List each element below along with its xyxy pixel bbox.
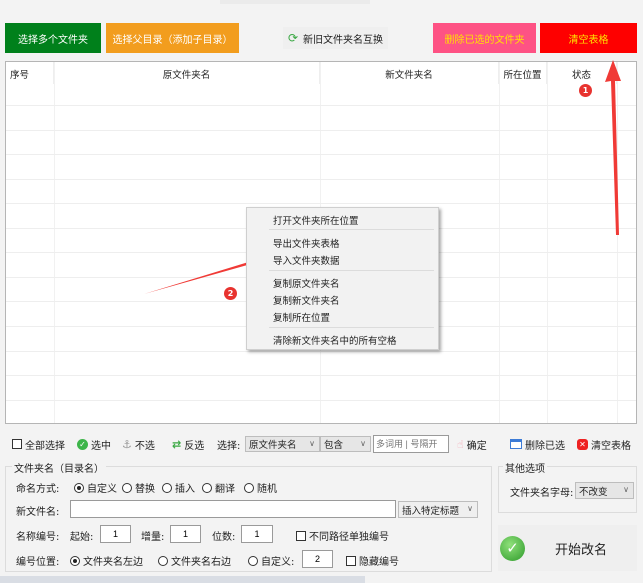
radio-label: 替换 [135,484,155,495]
menu-item-open-folder-location[interactable]: 打开文件夹所在位置 [273,213,359,227]
naming-method-label: 命名方式: [16,484,60,495]
invert-label: 反选 [184,440,205,452]
hide-numbering-label: 隐藏编号 [359,557,399,568]
insert-title-select[interactable]: 插入特定标题 ∨ [398,501,478,518]
radio-label: 翻译 [215,484,235,495]
separate-numbering-label: 不同路径单独编号 [309,532,389,543]
hide-numbering-checkbox[interactable]: 隐藏编号 [346,553,399,568]
new-name-label: 新文件名: [16,507,60,518]
folder-name-group-title: 文件夹名（目录名） [12,460,106,475]
deselect-label: 不选 [134,440,155,452]
chevron-down-icon: ∨ [309,439,315,448]
delete-selected-button[interactable]: 删除已选 [510,434,565,454]
separate-numbering-checkbox[interactable]: 不同路径单独编号 [296,528,389,543]
menu-separator [269,327,434,328]
position-radio-left[interactable]: 文件夹名左边 [70,553,143,568]
naming-radio-replace[interactable]: 替换 [122,480,155,495]
menu-item-copy-location[interactable]: 复制所在位置 [273,310,330,324]
hand-pointer-icon: ☝ [457,437,464,451]
radio-label: 自定义 [87,484,117,495]
menu-item-remove-spaces[interactable]: 清除新文件夹名中的所有空格 [273,333,397,347]
new-name-input[interactable] [70,500,396,518]
position-label: 编号位置: [16,557,60,568]
position-radio-custom[interactable]: 自定义: [248,553,294,568]
letter-case-label: 文件夹名字母: [510,488,574,499]
radio-label: 文件夹名左边 [83,557,143,568]
close-icon: ✕ [577,438,588,450]
menu-item-copy-new-name[interactable]: 复制新文件夹名 [273,293,340,307]
radio-button[interactable] [70,555,80,566]
select-button[interactable]: ✓ 选中 [77,434,111,454]
taskbar-strip [0,576,365,583]
naming-radio-insert[interactable]: 插入 [162,480,195,495]
chevron-down-icon: ∨ [467,504,473,513]
confirm-button[interactable]: ☝ 确定 [457,434,487,454]
start-label: 起始: [70,532,94,543]
field-select[interactable]: 原文件夹名 ∨ [245,436,320,452]
numbering-label: 名称编号: [16,532,60,543]
confirm-label: 确定 [466,440,487,452]
letter-case-value: 不改变 [579,486,608,498]
keyword-input[interactable] [373,435,449,453]
checkbox-box[interactable] [346,555,356,566]
position-radio-right[interactable]: 文件夹名右边 [158,553,231,568]
anchor-icon: ⚓ [122,437,132,451]
start-rename-button[interactable]: ✓ 开始改名 [498,525,637,571]
naming-radio-random[interactable]: 随机 [244,480,277,495]
clear-table-label: 清空表格 [591,440,631,452]
start-input[interactable] [100,525,131,543]
letter-case-select[interactable]: 不改变 ∨ [575,482,634,499]
select-all-checkbox[interactable]: 全部选择 [12,434,65,454]
chevron-down-icon: ∨ [360,439,366,448]
delete-selected-label: 删除已选 [525,440,565,452]
radio-button[interactable] [158,555,168,566]
digits-input[interactable] [241,525,273,543]
checkmark-icon: ✓ [500,535,525,561]
chevron-down-icon: ∨ [623,485,629,494]
increment-label: 增量: [141,532,165,543]
custom-position-input[interactable] [302,550,333,568]
field-select-value: 原文件夹名 [249,440,297,451]
naming-radio-custom[interactable]: 自定义 [74,480,117,495]
invert-selection-button[interactable]: ⇄ 反选 [172,434,204,454]
check-circle-icon: ✓ [77,438,88,450]
increment-input[interactable] [170,525,201,543]
annotation-arrow-1 [605,60,621,235]
radio-label: 随机 [257,484,277,495]
menu-item-export-folder-table[interactable]: 导出文件夹表格 [273,236,340,250]
select-label: 选中 [91,440,111,452]
radio-label: 文件夹名右边 [171,557,231,568]
menu-separator [269,270,434,271]
selection-toolbar: 全部选择 ✓ 选中 ⚓ 不选 ⇄ 反选 选择: 原文件夹名 ∨ 包含 ∨ ☝ 确… [5,432,637,456]
naming-radio-translate[interactable]: 翻译 [202,480,235,495]
radio-label: 插入 [175,484,195,495]
match-select[interactable]: 包含 ∨ [320,436,371,452]
radio-button[interactable] [244,482,254,493]
radio-button[interactable] [202,482,212,493]
menu-item-copy-original-name[interactable]: 复制原文件夹名 [273,276,340,290]
insert-title-value: 插入特定标题 [402,505,460,517]
radio-button[interactable] [122,482,132,493]
window-delete-icon [510,439,522,449]
start-rename-label: 开始改名 [555,542,608,558]
checkbox-box[interactable] [296,530,306,541]
digits-label: 位数: [212,532,236,543]
radio-button[interactable] [74,482,84,493]
context-menu: 打开文件夹所在位置 导出文件夹表格 导入文件夹数据 复制原文件夹名 复制新文件夹… [246,207,439,350]
choose-label: 选择: [217,440,241,452]
radio-label: 自定义: [261,557,295,568]
checkbox-box[interactable] [12,439,22,449]
menu-item-import-folder-data[interactable]: 导入文件夹数据 [273,253,340,267]
match-select-value: 包含 [324,440,344,451]
radio-button[interactable] [162,482,172,493]
radio-button[interactable] [248,555,258,566]
select-all-label: 全部选择 [25,440,65,452]
menu-separator [269,229,434,230]
other-options-title: 其他选项 [503,460,547,475]
clear-table-small-button[interactable]: ✕ 清空表格 [577,434,631,454]
deselect-button[interactable]: ⚓ 不选 [122,434,155,454]
shuffle-icon: ⇄ [172,437,182,451]
